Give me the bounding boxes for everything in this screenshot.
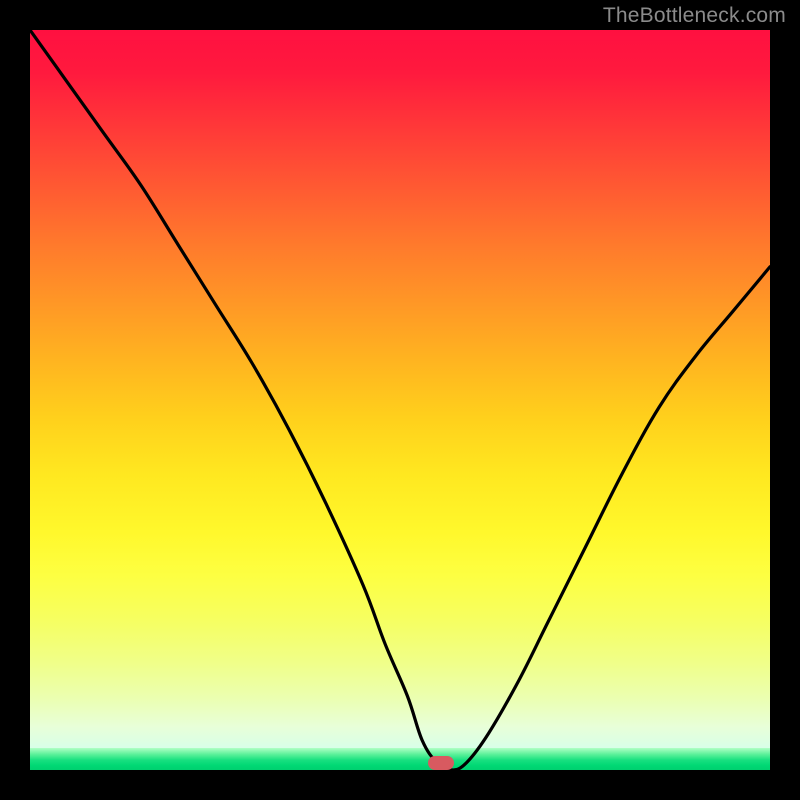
optimal-point-marker [428,756,454,770]
watermark-text: TheBottleneck.com [603,4,786,28]
chart-frame: TheBottleneck.com [0,0,800,800]
bottleneck-curve [30,30,770,770]
plot-area [30,30,770,770]
